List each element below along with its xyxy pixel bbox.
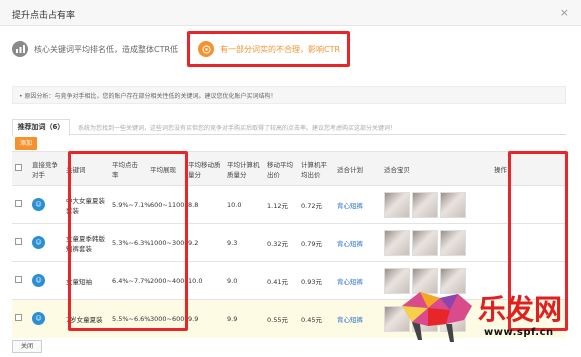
mobile-bid-cell: 0.32元	[264, 223, 298, 262]
pc-quality-cell: 9.9	[224, 299, 264, 338]
issue-low-rank[interactable]: 核心关键词平均排名低，造成整体CTR低	[12, 38, 178, 60]
mobile-bid-cell: 0.41元	[264, 261, 298, 300]
plan-link[interactable]: 背心短裤	[334, 223, 381, 262]
plan-link[interactable]: 背心短裤	[334, 185, 381, 224]
row-checkbox[interactable]	[15, 200, 22, 207]
pc-quality-cell: 10.0	[224, 185, 264, 224]
plan-link[interactable]: 背心短裤	[334, 299, 381, 338]
col-competitor: 直接竞争对手	[29, 151, 63, 186]
mobile-quality-cell: 10.0	[185, 261, 224, 300]
tab-hint: 系统为您找到一些关键词，这些词您没有买但您的竞争对手购买后取得了较高的点击率。建…	[78, 125, 397, 132]
mobile-bid-cell: 1.12元	[264, 185, 298, 224]
watermark-logo: 乐发网 www.spf.cn	[398, 284, 568, 346]
col-plan: 适合计划	[334, 151, 381, 186]
product-thumbnail[interactable]	[384, 191, 410, 218]
col-pc-bid: 计算机平均出价	[298, 151, 334, 186]
plan-link[interactable]: 背心短裤	[334, 261, 381, 300]
product-cell	[381, 223, 491, 262]
product-thumbnail[interactable]	[384, 229, 410, 256]
competitor-avatar-icon[interactable]: ☺	[32, 198, 45, 211]
row-checkbox[interactable]	[15, 238, 22, 245]
col-pc-quality: 平均计算机质量分	[224, 151, 264, 186]
tab-recommended-words[interactable]: 推荐加词（6）	[12, 119, 70, 136]
close-icon[interactable]: ×	[560, 6, 569, 19]
mobile-quality-cell: 9.2	[185, 223, 224, 262]
pc-bid-cell: 0.72元	[298, 185, 334, 224]
dialog-titlebar: 提升点击占有率 ×	[0, 0, 581, 26]
close-button[interactable]: 关闭	[12, 340, 42, 353]
issue-low-rank-text: 核心关键词平均排名低，造成整体CTR低	[34, 44, 179, 54]
reason-notice: • 原因分析：与竞争对手相比，您的账户存在部分相关性低的关键词。建议您优化账户买…	[12, 86, 566, 104]
competitor-avatar-icon[interactable]: ☺	[32, 236, 45, 249]
pc-quality-cell: 9.3	[224, 223, 264, 262]
pc-bid-cell: 0.93元	[298, 261, 334, 300]
mobile-bid-cell: 0.55元	[264, 299, 298, 338]
product-thumbnail[interactable]	[440, 191, 466, 218]
dialog-title: 提升点击占有率	[12, 11, 76, 21]
row-checkbox[interactable]	[15, 314, 22, 322]
bar-chart-icon	[12, 41, 28, 57]
competitor-avatar-icon[interactable]: ☺	[32, 312, 45, 326]
select-all-cell[interactable]	[12, 151, 29, 186]
add-button[interactable]: 添加	[15, 137, 37, 150]
product-thumbnail[interactable]	[412, 191, 438, 218]
watermark-brand: 乐发网	[478, 293, 563, 326]
product-thumbnail[interactable]	[412, 229, 438, 256]
issue-unreasonable-words-text: 有一部分词实的不合理，影响CTR	[220, 44, 341, 54]
target-icon	[198, 41, 214, 57]
issue-unreasonable-words[interactable]: 有一部分词实的不合理，影响CTR	[187, 31, 350, 67]
col-mobile-quality: 平均移动质量分	[185, 151, 224, 186]
mobile-quality-cell: 9.9	[185, 299, 224, 338]
bull-logo-icon	[402, 292, 472, 342]
competitor-avatar-icon[interactable]: ☺	[32, 274, 45, 287]
mobile-quality-cell: 8.8	[185, 185, 224, 224]
row-checkbox[interactable]	[15, 276, 22, 283]
col-mobile-bid: 移动平均出价	[264, 151, 298, 186]
pc-quality-cell: 9.0	[224, 261, 264, 300]
select-all-checkbox[interactable]	[15, 164, 22, 171]
annotation-box-keywords	[68, 151, 188, 331]
product-cell	[381, 185, 491, 224]
pc-bid-cell: 0.79元	[298, 223, 334, 262]
watermark-url: www.spf.cn	[484, 327, 554, 338]
col-product: 适合宝贝	[381, 151, 491, 186]
pc-bid-cell: 0.45元	[298, 299, 334, 338]
tab-bar: 推荐加词（6） 系统为您找到一些关键词，这些词您没有买但您的竞争对手购买后取得了…	[12, 119, 566, 136]
product-thumbnail[interactable]	[440, 229, 466, 256]
